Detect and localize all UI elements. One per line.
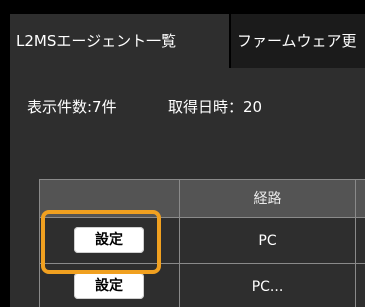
route-cell: PC (180, 218, 356, 264)
display-count: 表示件数:7件 (27, 98, 117, 116)
agent-table: 経路 設定 PC 設定 PC... (39, 179, 365, 307)
table-header-extra (356, 180, 365, 218)
route-cell: PC... (180, 264, 356, 307)
fetch-datetime: 取得日時：20 (168, 98, 263, 116)
tab-bar: L2MSエージェント一覧 ファームウェア更 (10, 14, 365, 68)
main-panel: 表示件数:7件 取得日時：20 経路 設定 PC 設定 PC... (10, 68, 365, 307)
settings-button[interactable]: 設定 (74, 227, 144, 253)
extra-cell (356, 218, 365, 264)
table-header-settings (40, 180, 180, 218)
table-row: 設定 (40, 264, 180, 307)
settings-button[interactable]: 設定 (74, 273, 144, 299)
table-row: 設定 (40, 218, 180, 264)
info-row: 表示件数:7件 取得日時：20 (10, 96, 365, 126)
extra-cell (356, 264, 365, 307)
table-header-route: 経路 (180, 180, 356, 218)
app-window: L2MSエージェント一覧 ファームウェア更 表示件数:7件 取得日時：20 経路… (0, 0, 365, 307)
tab-l2ms-agent-list[interactable]: L2MSエージェント一覧 (10, 14, 229, 68)
tab-firmware-update[interactable]: ファームウェア更 (231, 14, 365, 68)
